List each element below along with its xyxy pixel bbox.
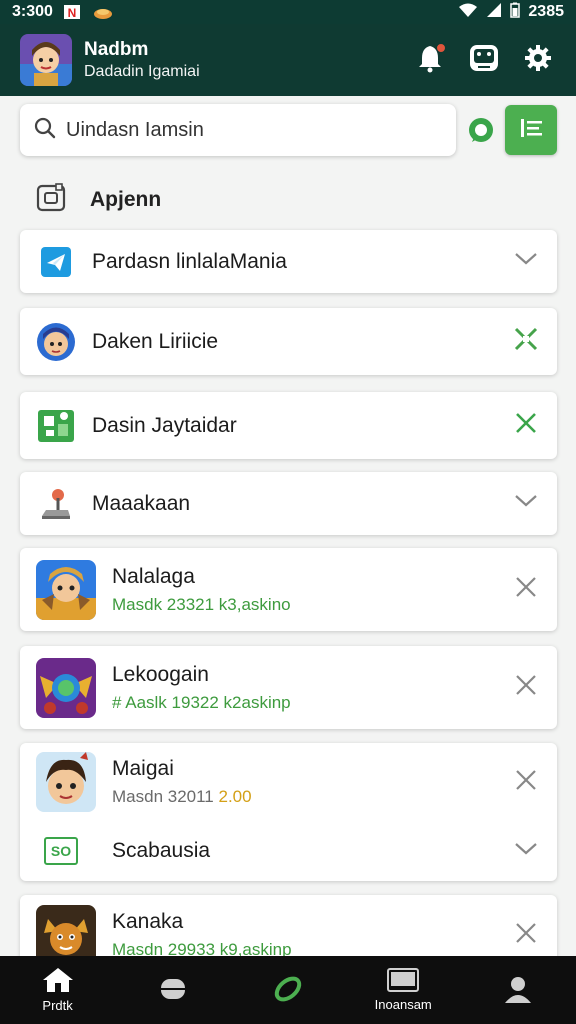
status-bar: 3:300 N 2385 — [0, 0, 576, 24]
list-item-meta-prefix: Masdn 32011 — [112, 787, 214, 806]
section-title: Apjenn — [90, 188, 162, 211]
nav-games[interactable] — [115, 956, 230, 1024]
expand-button[interactable] — [513, 491, 539, 517]
list-item-title: Lekoogain — [112, 662, 209, 686]
nav-home-label: Prdtk — [42, 998, 73, 1013]
search-input[interactable] — [66, 118, 442, 142]
chat-button[interactable] — [466, 116, 496, 146]
gamepad-button[interactable] — [466, 42, 502, 78]
status-right-text: 2385 — [528, 3, 564, 20]
search-bar[interactable] — [20, 104, 456, 156]
search-icon — [34, 117, 56, 144]
list-item-meta-value: 2.00 — [218, 787, 252, 806]
expand-button[interactable] — [513, 249, 539, 275]
food-icon — [93, 4, 112, 20]
svg-text:N: N — [68, 6, 77, 20]
close-icon — [514, 673, 538, 702]
nav-home[interactable]: Prdtk — [0, 956, 115, 1024]
close-button[interactable] — [513, 577, 539, 603]
so-badge-label: SO — [44, 837, 78, 865]
wifi-icon — [458, 2, 478, 23]
news-icon: N — [63, 4, 81, 20]
settings-button[interactable] — [520, 42, 556, 78]
game-thumbnail — [36, 657, 96, 718]
nav-profile[interactable] — [461, 956, 576, 1024]
app-bar: Nadbm Dadadin Igamiai — [0, 24, 576, 96]
chevron-down-icon — [514, 252, 538, 271]
list-item[interactable]: SO Scabausia — [20, 821, 557, 881]
app-frame-icon — [36, 182, 66, 218]
list-item[interactable]: Pardasn linlalaMania — [20, 230, 557, 293]
list-item-group: Maigai Masdn 32011 2.00 SO Scabausia — [20, 743, 557, 881]
send-app-icon — [36, 242, 76, 282]
list-item-title: Maigai — [112, 757, 174, 780]
list-item-title: Pardasn linlalaMania — [92, 249, 287, 273]
list-item-title: Scabausia — [112, 839, 211, 862]
close-button[interactable] — [513, 922, 539, 948]
ring-icon — [272, 973, 304, 1008]
list-item[interactable]: Daken Liriicie — [20, 308, 557, 375]
list-item-title: Nalalaga — [112, 564, 195, 588]
close-icon — [514, 575, 538, 604]
chevron-down-icon — [514, 494, 538, 513]
game-thumbnail — [36, 559, 96, 620]
close-icon — [514, 411, 538, 440]
nav-tablet-label: Inoansam — [374, 997, 432, 1012]
expand-button[interactable] — [513, 838, 539, 864]
home-icon — [42, 967, 74, 996]
close-icon — [514, 768, 538, 797]
profile-icon — [502, 973, 534, 1008]
list-item[interactable]: Nalalaga Masdk 23321 k3,askino — [20, 548, 557, 631]
section-header: Apjenn — [36, 182, 161, 218]
game-thumbnail — [36, 752, 96, 812]
list-item-meta: Masdk 23321 k3,askino — [112, 594, 291, 614]
tablet-icon — [387, 968, 420, 995]
app-avatar[interactable] — [20, 34, 72, 86]
app-title: Nadbm — [84, 39, 149, 60]
chat-bubble-icon — [466, 118, 496, 150]
status-time: 3:300 — [12, 3, 53, 20]
joystick-icon — [36, 484, 76, 524]
puzzle-app-icon — [36, 406, 76, 446]
settings-gear-icon — [524, 44, 552, 77]
list-icon — [518, 117, 544, 144]
filter-list-button[interactable] — [505, 105, 557, 155]
list-item-meta: Masdn 32011 2.00 — [112, 787, 252, 807]
gamepad-icon — [468, 42, 500, 79]
list-item-meta: # Aaslk 19322 k2askinp — [112, 692, 291, 712]
list-item[interactable]: Maaakaan — [20, 472, 557, 535]
notification-badge — [436, 43, 446, 53]
list-item-title: Kanaka — [112, 910, 184, 933]
green-cross-icon — [513, 326, 539, 357]
bottom-navigation: Prdtk Inoansam — [0, 956, 576, 1024]
character-avatar-icon — [36, 322, 76, 362]
so-badge-icon: SO — [36, 831, 96, 871]
close-icon — [514, 921, 538, 950]
list-item[interactable]: Maigai Masdn 32011 2.00 — [20, 743, 557, 821]
close-button[interactable] — [513, 326, 539, 357]
app-subtitle: Dadadin Igamiai — [84, 63, 200, 80]
list-item[interactable]: Dasin Jaytaidar — [20, 392, 557, 459]
close-button[interactable] — [513, 769, 539, 795]
close-button[interactable] — [513, 675, 539, 701]
list-item-title: Dasin Jaytaidar — [92, 413, 237, 437]
game-controller-icon — [159, 975, 187, 1006]
signal-icon — [486, 2, 502, 23]
nav-ring[interactable] — [230, 956, 345, 1024]
nav-tablet[interactable]: Inoansam — [346, 956, 461, 1024]
list-item[interactable]: Lekoogain # Aaslk 19322 k2askinp — [20, 646, 557, 729]
close-button[interactable] — [513, 413, 539, 439]
chevron-down-icon — [514, 842, 538, 861]
list-item-title: Maaakaan — [92, 491, 191, 515]
battery-icon — [510, 2, 521, 23]
list-item-title: Daken Liriicie — [92, 329, 219, 353]
notification-button[interactable] — [412, 42, 448, 78]
